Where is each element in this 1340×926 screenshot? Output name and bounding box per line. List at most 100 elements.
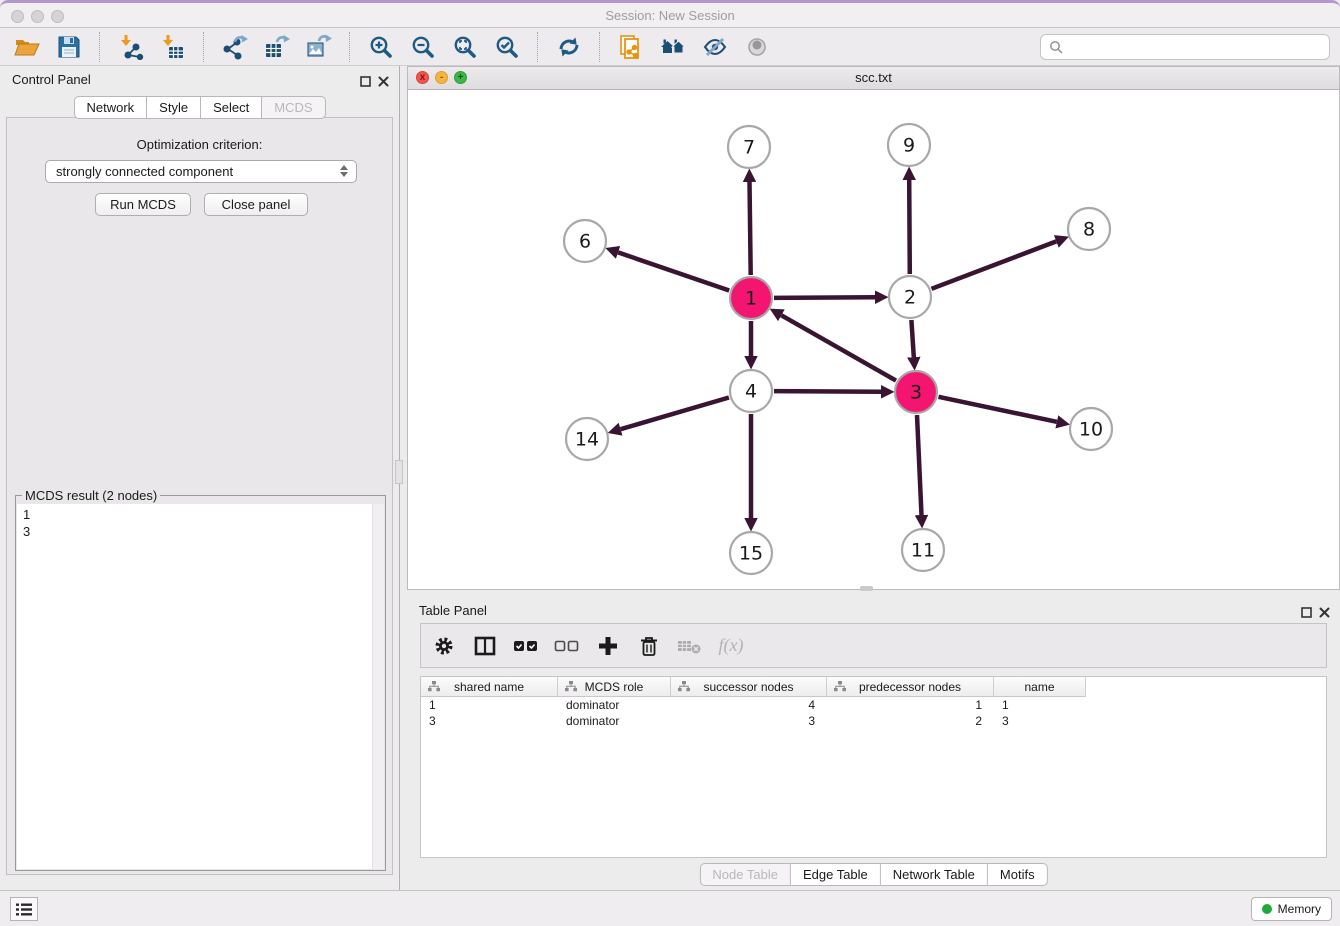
zoom-out-icon[interactable]: [406, 31, 440, 63]
delete-table-icon: [677, 633, 703, 659]
column-header-shared-name[interactable]: shared name: [421, 677, 558, 697]
float-panel-icon[interactable]: [359, 75, 371, 87]
zoom-in-icon[interactable]: [364, 31, 398, 63]
column-header-successor-nodes[interactable]: successor nodes: [671, 677, 827, 697]
clone-network-icon[interactable]: [614, 31, 648, 63]
graph-node-label: 9: [903, 135, 915, 157]
column-label: shared name: [454, 680, 524, 694]
column-label: successor nodes: [703, 680, 793, 694]
mcds-result-title: MCDS result (2 nodes): [22, 488, 160, 503]
graph-edge-3-1[interactable]: [781, 315, 896, 380]
cell-successor-nodes: 4: [671, 698, 827, 712]
toolbar-separator: [537, 32, 539, 62]
import-network-icon[interactable]: [114, 31, 148, 63]
column-header-predecessor-nodes[interactable]: predecessor nodes: [827, 677, 994, 697]
export-table-icon[interactable]: [260, 31, 294, 63]
graph-node-label: 7: [743, 137, 755, 159]
zoom-selected-icon[interactable]: [490, 31, 524, 63]
network-view-window: x - + scc.txt 7968124314101511: [407, 66, 1340, 590]
window-title: Session: New Session: [0, 3, 1340, 29]
open-session-icon[interactable]: [10, 31, 44, 63]
graph-edge-2-9[interactable]: [909, 180, 910, 274]
vertical-splitter-handle[interactable]: [395, 460, 403, 484]
window-titlebar: Session: New Session: [0, 0, 1340, 28]
mcds-result-area[interactable]: 1 3: [17, 504, 384, 869]
deselect-all-icon[interactable]: [554, 633, 580, 659]
add-icon[interactable]: [595, 633, 621, 659]
cell-shared-name: 1: [421, 698, 558, 712]
homes-icon[interactable]: [656, 31, 690, 63]
tab-network[interactable]: Network: [73, 96, 147, 119]
toolbar-separator: [349, 32, 351, 62]
tab-network-table[interactable]: Network Table: [881, 863, 988, 886]
split-columns-icon[interactable]: [472, 633, 498, 659]
table-panel-title: Table Panel: [419, 603, 487, 618]
memory-button[interactable]: Memory: [1251, 897, 1332, 921]
graph-node-label: 2: [904, 287, 916, 309]
graph-node-label: 4: [745, 381, 757, 403]
tab-select[interactable]: Select: [201, 96, 262, 119]
select-all-icon[interactable]: [513, 633, 539, 659]
close-icon[interactable]: [1318, 606, 1330, 618]
task-history-button[interactable]: [10, 897, 38, 921]
search-box[interactable]: [1040, 34, 1330, 60]
result-scrollbar[interactable]: [372, 504, 384, 869]
horizontal-splitter-handle[interactable]: [860, 586, 873, 591]
graph-edge-1-7[interactable]: [750, 182, 751, 275]
search-input[interactable]: [1069, 38, 1321, 55]
refresh-layout-icon[interactable]: [552, 31, 586, 63]
cell-name: 3: [994, 714, 1086, 728]
graph-edge-1-2[interactable]: [774, 297, 875, 298]
cell-successor-nodes: 3: [671, 714, 827, 728]
cell-predecessor-nodes: 2: [827, 714, 994, 728]
graph-edge-2-3[interactable]: [911, 320, 913, 357]
control-panel-title: Control Panel: [12, 72, 91, 87]
table-panel: Table Panel f(x) shared name MCDS role suc…: [407, 597, 1340, 890]
graph-edge-1-6[interactable]: [618, 252, 729, 290]
tab-node-table[interactable]: Node Table: [699, 863, 791, 886]
chevron-updown-icon: [340, 165, 348, 177]
zoom-fit-icon[interactable]: [448, 31, 482, 63]
graph-edge-3-10[interactable]: [939, 397, 1057, 422]
save-session-icon[interactable]: [52, 31, 86, 63]
export-image-icon[interactable]: [302, 31, 336, 63]
mcds-panel: Optimization criterion: strongly connect…: [6, 117, 393, 875]
gear-icon[interactable]: [431, 633, 457, 659]
tab-mcds[interactable]: MCDS: [262, 96, 325, 119]
column-header-name[interactable]: name: [994, 677, 1086, 697]
run-mcds-button[interactable]: Run MCDS: [95, 193, 191, 216]
table-row[interactable]: 1dominator411: [421, 697, 1326, 713]
import-table-icon[interactable]: [156, 31, 190, 63]
cell-shared-name: 3: [421, 714, 558, 728]
table-row[interactable]: 3dominator323: [421, 713, 1326, 729]
status-bar: Memory: [0, 890, 1340, 926]
criterion-select[interactable]: strongly connected component: [45, 160, 357, 183]
tab-motifs[interactable]: Motifs: [988, 863, 1048, 886]
graph-edge-2-8[interactable]: [932, 241, 1057, 288]
hide-selected-icon[interactable]: [698, 31, 732, 63]
memory-status-icon: [1262, 904, 1272, 914]
graph-node-label: 14: [575, 429, 599, 451]
network-graph-canvas[interactable]: 7968124314101511: [408, 89, 1339, 589]
table-toolbar: f(x): [420, 623, 1327, 668]
cell-MCDS-role: dominator: [558, 714, 671, 728]
tab-edge-table[interactable]: Edge Table: [791, 863, 881, 886]
tab-style[interactable]: Style: [147, 96, 201, 119]
cell-MCDS-role: dominator: [558, 698, 671, 712]
search-icon: [1049, 40, 1063, 54]
cell-name: 1: [994, 698, 1086, 712]
column-header-MCDS-role[interactable]: MCDS role: [558, 677, 671, 697]
close-icon[interactable]: [377, 75, 389, 87]
export-network-icon[interactable]: [218, 31, 252, 63]
optimization-criterion-label: Optimization criterion:: [7, 137, 392, 152]
column-label: MCDS role: [585, 680, 644, 694]
graph-edge-3-11[interactable]: [917, 415, 922, 515]
graph-node-label: 3: [910, 382, 922, 404]
graph-node-label: 15: [739, 543, 763, 565]
float-panel-icon[interactable]: [1300, 606, 1312, 618]
graph-edge-4-14[interactable]: [621, 398, 729, 430]
graph-edge-4-3[interactable]: [774, 391, 881, 392]
close-panel-button[interactable]: Close panel: [204, 193, 308, 216]
node-table: shared name MCDS role successor nodes prede…: [420, 676, 1327, 858]
delete-icon[interactable]: [636, 633, 662, 659]
